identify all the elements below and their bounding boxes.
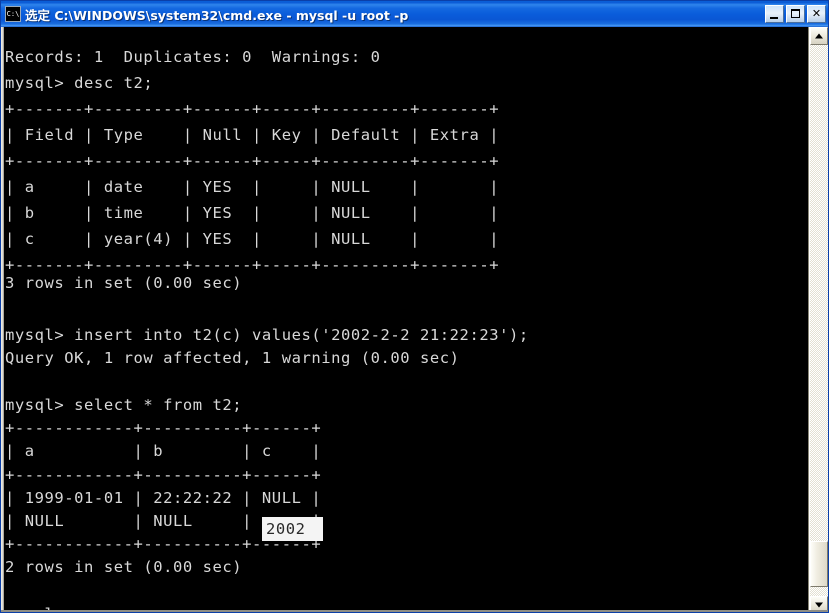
terminal-line: 3 rows in set (0.00 sec): [5, 274, 243, 292]
window-title: 选定 C:\WINDOWS\system32\cmd.exe - mysql -…: [25, 7, 409, 23]
cmd-window-icon: C:\: [5, 6, 21, 22]
close-button[interactable]: ✕: [807, 5, 826, 23]
terminal-line: 2 rows in set (0.00 sec): [5, 558, 243, 576]
terminal-line: +-------+---------+------+-----+--------…: [5, 152, 500, 170]
window-controls: ✕: [765, 5, 826, 23]
scrollbar-thumb[interactable]: [810, 541, 828, 587]
terminal-line: | Field | Type | Null | Key | Default | …: [5, 126, 500, 144]
triangle-up-icon: [815, 33, 823, 39]
terminal-line: | b | time | YES | | NULL | |: [5, 204, 500, 222]
maximize-button[interactable]: [786, 5, 805, 23]
terminal-line: Query OK, 1 row affected, 1 warning (0.0…: [5, 349, 460, 367]
terminal-line: +-------+---------+------+-----+--------…: [5, 100, 500, 118]
vertical-scrollbar[interactable]: [808, 27, 828, 612]
selected-cell-value: 2002: [266, 520, 306, 538]
scroll-up-arrow-icon[interactable]: [810, 27, 828, 45]
terminal-line: mysql> desc t2;: [5, 74, 154, 92]
terminal-line: | a | date | YES | | NULL | |: [5, 178, 500, 196]
scrollbar-track[interactable]: [810, 45, 828, 596]
triangle-down-icon: [815, 602, 823, 608]
window-bottom-edge: [1, 610, 828, 612]
title-bar[interactable]: C:\ 选定 C:\WINDOWS\system32\cmd.exe - mys…: [1, 1, 828, 27]
terminal-line: Records: 1 Duplicates: 0 Warnings: 0: [5, 48, 381, 66]
terminal-line: | a | b | c |: [5, 442, 322, 460]
terminal-line: | c | year(4) | YES | | NULL | |: [5, 230, 500, 248]
cmd-window: C:\ 选定 C:\WINDOWS\system32\cmd.exe - mys…: [0, 0, 829, 613]
terminal-client-area[interactable]: Records: 1 Duplicates: 0 Warnings: 0 mysq…: [1, 27, 828, 612]
terminal-output: Records: 1 Duplicates: 0 Warnings: 0 mysq…: [5, 27, 795, 612]
client-left-bevel: [1, 27, 4, 612]
minimize-button[interactable]: [765, 5, 784, 23]
